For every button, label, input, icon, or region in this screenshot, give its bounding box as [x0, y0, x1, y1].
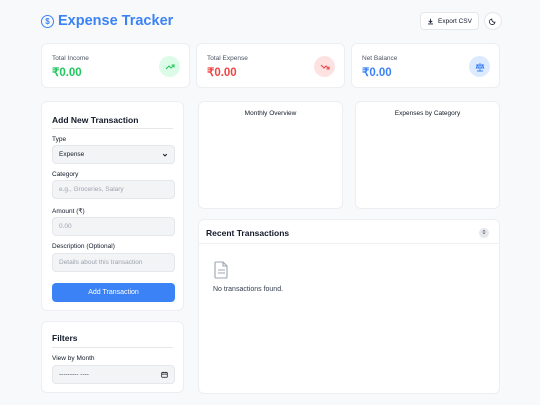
- monthly-overview-title: Monthly Overview: [244, 110, 297, 117]
- amount-placeholder: 0.00: [59, 223, 72, 230]
- category-placeholder: e.g., Groceries, Salary: [59, 186, 124, 193]
- expenses-by-category-chart: Expenses by Category: [355, 101, 500, 209]
- monthly-overview-chart: Monthly Overview: [198, 101, 343, 209]
- app-header: $ Expense Tracker Export CSV: [41, 12, 502, 32]
- add-transaction-title: Add New Transaction: [52, 115, 139, 125]
- type-label: Type: [52, 136, 67, 143]
- dollar-circle-icon: $: [41, 14, 54, 28]
- transaction-count-badge: 0: [479, 228, 489, 238]
- total-income-value: ₹0.00: [52, 67, 82, 79]
- total-income-label: Total Income: [52, 55, 89, 62]
- document-icon: [214, 261, 228, 279]
- app-title: Expense Tracker: [58, 13, 174, 29]
- month-value: --------- ----: [59, 371, 89, 378]
- chevron-down-icon: [162, 153, 168, 157]
- empty-state-text: No transactions found.: [213, 286, 284, 293]
- description-placeholder: Details about this transaction: [59, 259, 143, 266]
- recent-transactions-title: Recent Transactions: [206, 228, 290, 238]
- add-transaction-button[interactable]: Add Transaction: [52, 283, 175, 302]
- filters-title: Filters: [52, 333, 78, 343]
- type-select[interactable]: Expense: [52, 145, 175, 164]
- divider: [199, 243, 499, 244]
- net-balance-value: ₹0.00: [362, 67, 392, 79]
- divider: [52, 347, 173, 348]
- export-csv-label: Export CSV: [438, 17, 472, 25]
- add-transaction-panel: Add New Transaction Type Expense Categor…: [41, 101, 184, 311]
- description-input[interactable]: Details about this transaction: [52, 253, 175, 272]
- net-balance-card: Net Balance ₹0.00: [351, 43, 500, 88]
- total-income-card: Total Income ₹0.00: [41, 43, 190, 88]
- scale-icon: [469, 56, 490, 77]
- description-label: Description (Optional): [52, 243, 115, 250]
- recent-transactions-panel: Recent Transactions 0 No transactions fo…: [198, 219, 500, 394]
- total-expense-value: ₹0.00: [207, 67, 237, 79]
- calendar-icon[interactable]: [161, 371, 168, 378]
- category-input[interactable]: e.g., Groceries, Salary: [52, 180, 175, 199]
- category-label: Category: [52, 171, 79, 178]
- amount-input[interactable]: 0.00: [52, 217, 175, 236]
- amount-label: Amount (₹): [52, 208, 85, 215]
- app-logo: $ Expense Tracker: [41, 13, 173, 29]
- total-expense-label: Total Expense: [207, 55, 248, 62]
- trending-down-icon: [314, 56, 335, 77]
- download-icon: [428, 18, 433, 24]
- net-balance-label: Net Balance: [362, 55, 398, 62]
- total-expense-card: Total Expense ₹0.00: [196, 43, 345, 88]
- type-select-value: Expense: [59, 151, 85, 158]
- divider: [52, 128, 173, 129]
- expenses-by-category-title: Expenses by Category: [394, 110, 461, 117]
- export-csv-button[interactable]: Export CSV: [420, 12, 479, 30]
- month-input[interactable]: --------- ----: [52, 365, 175, 384]
- filters-panel: Filters View by Month --------- ----: [41, 321, 184, 393]
- month-label: View by Month: [52, 355, 95, 362]
- theme-toggle-button[interactable]: [484, 12, 502, 30]
- trending-up-icon: [159, 56, 180, 77]
- moon-icon: [489, 18, 496, 25]
